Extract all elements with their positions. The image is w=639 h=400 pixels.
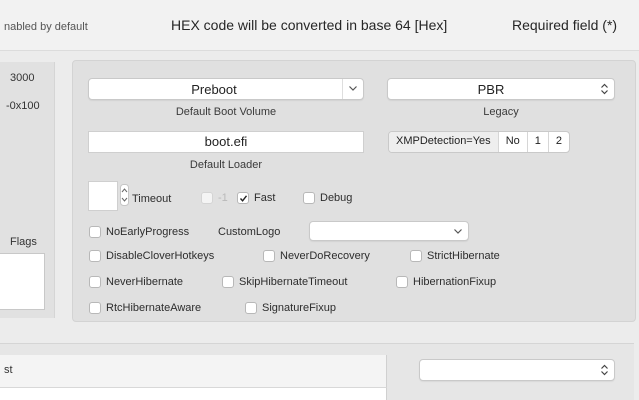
minus-one-checkbox[interactable]	[201, 192, 213, 204]
checkmark-icon	[239, 195, 248, 202]
list-item[interactable]	[0, 388, 387, 400]
updown-chevron-icon	[601, 364, 608, 379]
debug-checkbox[interactable]	[303, 192, 315, 204]
xmp-segment-2[interactable]: 2	[547, 132, 569, 152]
default-boot-volume-popup[interactable]: Preboot	[88, 78, 364, 100]
xmp-segment-1[interactable]: 1	[526, 132, 548, 152]
fast-checkbox[interactable]	[237, 192, 249, 204]
skip-hibernate-timeout-checkbox[interactable]	[222, 276, 234, 288]
skip-hibernate-timeout-label: SkipHibernateTimeout	[239, 276, 348, 288]
header-bar: nabled by default HEX code will be conve…	[0, 0, 639, 51]
hibernation-fixup-checkbox[interactable]	[396, 276, 408, 288]
config-window: nabled by default HEX code will be conve…	[0, 0, 639, 400]
flags-label: Flags	[10, 236, 37, 248]
never-hibernate-label: NeverHibernate	[106, 276, 184, 288]
left-value-1: 3000	[10, 72, 35, 84]
never-do-recovery-checkbox[interactable]	[263, 250, 275, 262]
strict-hibernate-checkbox[interactable]	[410, 250, 422, 262]
default-boot-volume-value: Preboot	[191, 82, 237, 97]
no-early-progress-label: NoEarlyProgress	[106, 226, 190, 238]
hex-conversion-note: HEX code will be converted in base 64 [H…	[171, 17, 448, 33]
default-boot-volume-caption: Default Boot Volume	[175, 106, 277, 118]
disable-clover-hotkeys-label: DisableCloverHotkeys	[106, 250, 215, 262]
default-loader-field[interactable]: boot.efi	[88, 131, 364, 153]
chevron-down-icon	[448, 222, 468, 240]
list-header[interactable]: st	[0, 355, 387, 388]
flags-textarea[interactable]	[0, 253, 45, 310]
timeout-label: Timeout	[132, 193, 172, 205]
hibernation-fixup-label: HibernationFixup	[413, 276, 497, 288]
disable-clover-hotkeys-checkbox[interactable]	[89, 250, 101, 262]
legacy-caption: Legacy	[483, 106, 519, 118]
xmp-segment-no[interactable]: No	[497, 132, 527, 152]
left-value-2: -0x100	[6, 100, 40, 112]
list-header-label: st	[4, 364, 13, 376]
debug-label: Debug	[320, 192, 353, 204]
chevron-down-icon	[342, 79, 363, 99]
rtc-hibernate-aware-label: RtcHibernateAware	[106, 302, 202, 314]
enabled-by-default-note: nabled by default	[4, 21, 88, 33]
default-loader-caption: Default Loader	[189, 159, 263, 171]
legacy-popup[interactable]: PBR	[387, 78, 615, 100]
minus-one-label: -1	[218, 192, 228, 204]
fast-label: Fast	[254, 192, 276, 204]
legacy-value: PBR	[477, 82, 505, 97]
rtc-hibernate-aware-checkbox[interactable]	[89, 302, 101, 314]
updown-chevron-icon	[601, 83, 608, 98]
xmp-detection-segmented-control: XMPDetection=Yes No 1 2	[388, 131, 570, 153]
timeout-stepper-icon[interactable]	[120, 184, 129, 211]
custom-logo-label: CustomLogo	[218, 226, 281, 238]
strict-hibernate-label: StrictHibernate	[427, 250, 500, 262]
required-field-note: Required field (*)	[512, 17, 618, 33]
never-hibernate-checkbox[interactable]	[89, 276, 101, 288]
custom-logo-popup[interactable]	[309, 221, 469, 241]
signature-fixup-checkbox[interactable]	[245, 302, 257, 314]
no-early-progress-checkbox[interactable]	[89, 226, 101, 238]
signature-fixup-label: SignatureFixup	[262, 302, 336, 314]
never-do-recovery-label: NeverDoRecovery	[280, 250, 370, 262]
bottom-popup[interactable]	[419, 359, 615, 381]
timeout-field[interactable]	[88, 181, 118, 211]
xmp-segment-yes[interactable]: XMPDetection=Yes	[389, 132, 498, 152]
